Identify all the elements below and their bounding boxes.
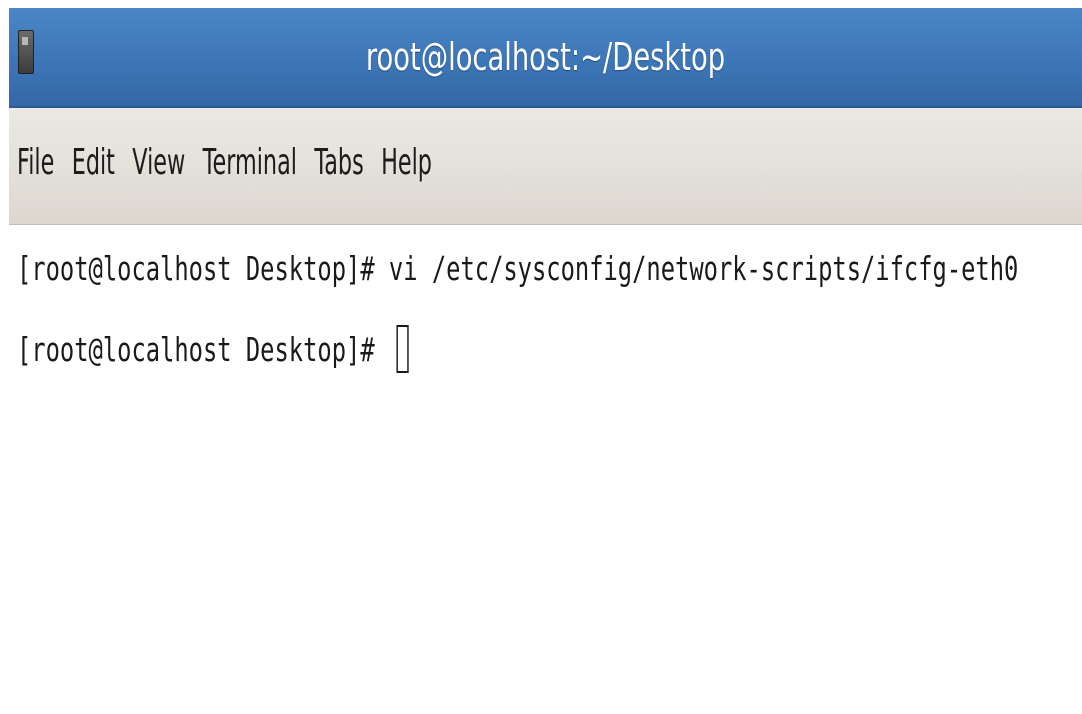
terminal-line: [root@localhost Desktop]# [17, 325, 409, 373]
menu-items: File Edit View Terminal Tabs Help [17, 142, 449, 183]
shell-command: vi /etc/sysconfig/network-scripts/ifcfg-… [388, 249, 1019, 288]
menu-edit[interactable]: Edit [72, 142, 115, 183]
shell-prompt: [root@localhost Desktop]# [17, 249, 375, 288]
title-bar[interactable]: root@localhost:~/Desktop [9, 8, 1082, 108]
terminal-window: root@localhost:~/Desktop File Edit View … [9, 8, 1082, 714]
menu-tabs[interactable]: Tabs [314, 142, 363, 183]
terminal-icon[interactable] [18, 30, 34, 74]
menu-help[interactable]: Help [381, 142, 432, 183]
window-title: root@localhost:~/Desktop [365, 35, 726, 79]
menu-terminal[interactable]: Terminal [203, 142, 297, 183]
text-cursor [396, 325, 409, 373]
menu-view[interactable]: View [132, 142, 185, 183]
menu-file[interactable]: File [17, 142, 54, 183]
shell-prompt: [root@localhost Desktop]# [17, 330, 375, 369]
terminal-output[interactable]: [root@localhost Desktop]# vi /etc/syscon… [9, 225, 1082, 714]
menu-bar: File Edit View Terminal Tabs Help [9, 108, 1082, 225]
terminal-line: [root@localhost Desktop]# vi /etc/syscon… [17, 245, 1018, 293]
